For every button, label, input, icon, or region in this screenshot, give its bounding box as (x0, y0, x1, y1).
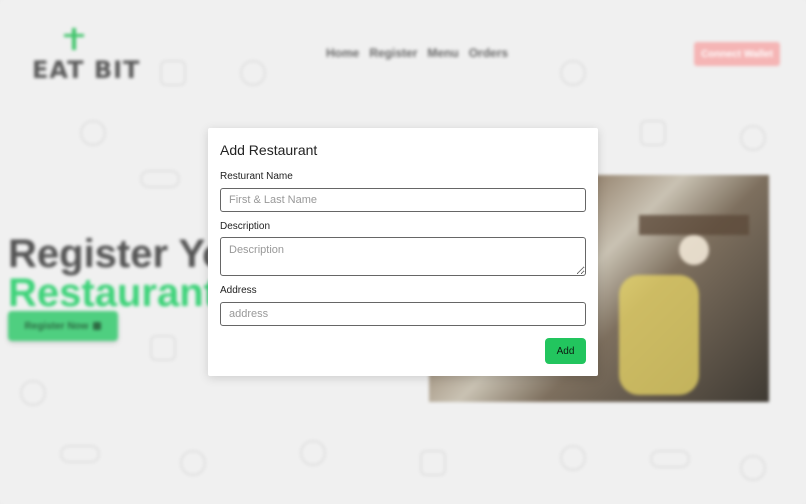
doodle-icon (80, 120, 106, 146)
fork-icon (64, 28, 84, 50)
hero-heading-line2: Restaurant (8, 271, 217, 315)
address-input[interactable] (220, 302, 586, 326)
nav-item-register[interactable]: Register (369, 46, 417, 60)
brand-logo-text: EAT BIT (32, 56, 141, 84)
doodle-icon (560, 445, 586, 471)
register-now-button[interactable]: Register Now (8, 311, 118, 341)
doodle-icon (20, 380, 46, 406)
nav-item-home[interactable]: Home (326, 46, 359, 60)
store-icon (93, 322, 102, 330)
connect-wallet-button[interactable]: Connect Wallet (694, 42, 780, 66)
description-textarea[interactable] (220, 237, 586, 276)
register-now-label: Register Now (24, 320, 89, 332)
doodle-icon (650, 450, 690, 468)
add-restaurant-modal: Add Restaurant Resturant Name Descriptio… (208, 128, 598, 376)
restaurant-name-label: Resturant Name (220, 171, 293, 182)
nav-item-menu[interactable]: Menu (427, 46, 458, 60)
nav-item-orders[interactable]: Orders (469, 46, 508, 60)
doodle-icon (60, 445, 100, 463)
doodle-icon (640, 120, 666, 146)
restaurant-name-input[interactable] (220, 188, 586, 212)
modal-title: Add Restaurant (220, 142, 318, 158)
doodle-icon (150, 335, 176, 361)
doodle-icon (140, 170, 180, 188)
add-button[interactable]: Add (545, 338, 586, 364)
doodle-icon (180, 450, 206, 476)
address-label: Address (220, 285, 257, 296)
doodle-icon (420, 450, 446, 476)
doodle-icon (300, 440, 326, 466)
doodle-icon (740, 125, 766, 151)
brand-logo[interactable]: EAT BIT (30, 28, 139, 84)
doodle-icon (740, 455, 766, 481)
description-label: Description (220, 221, 271, 232)
nav-menu: Home Register Menu Orders (326, 46, 508, 60)
top-navbar: EAT BIT Home Register Menu Orders Connec… (0, 0, 806, 110)
